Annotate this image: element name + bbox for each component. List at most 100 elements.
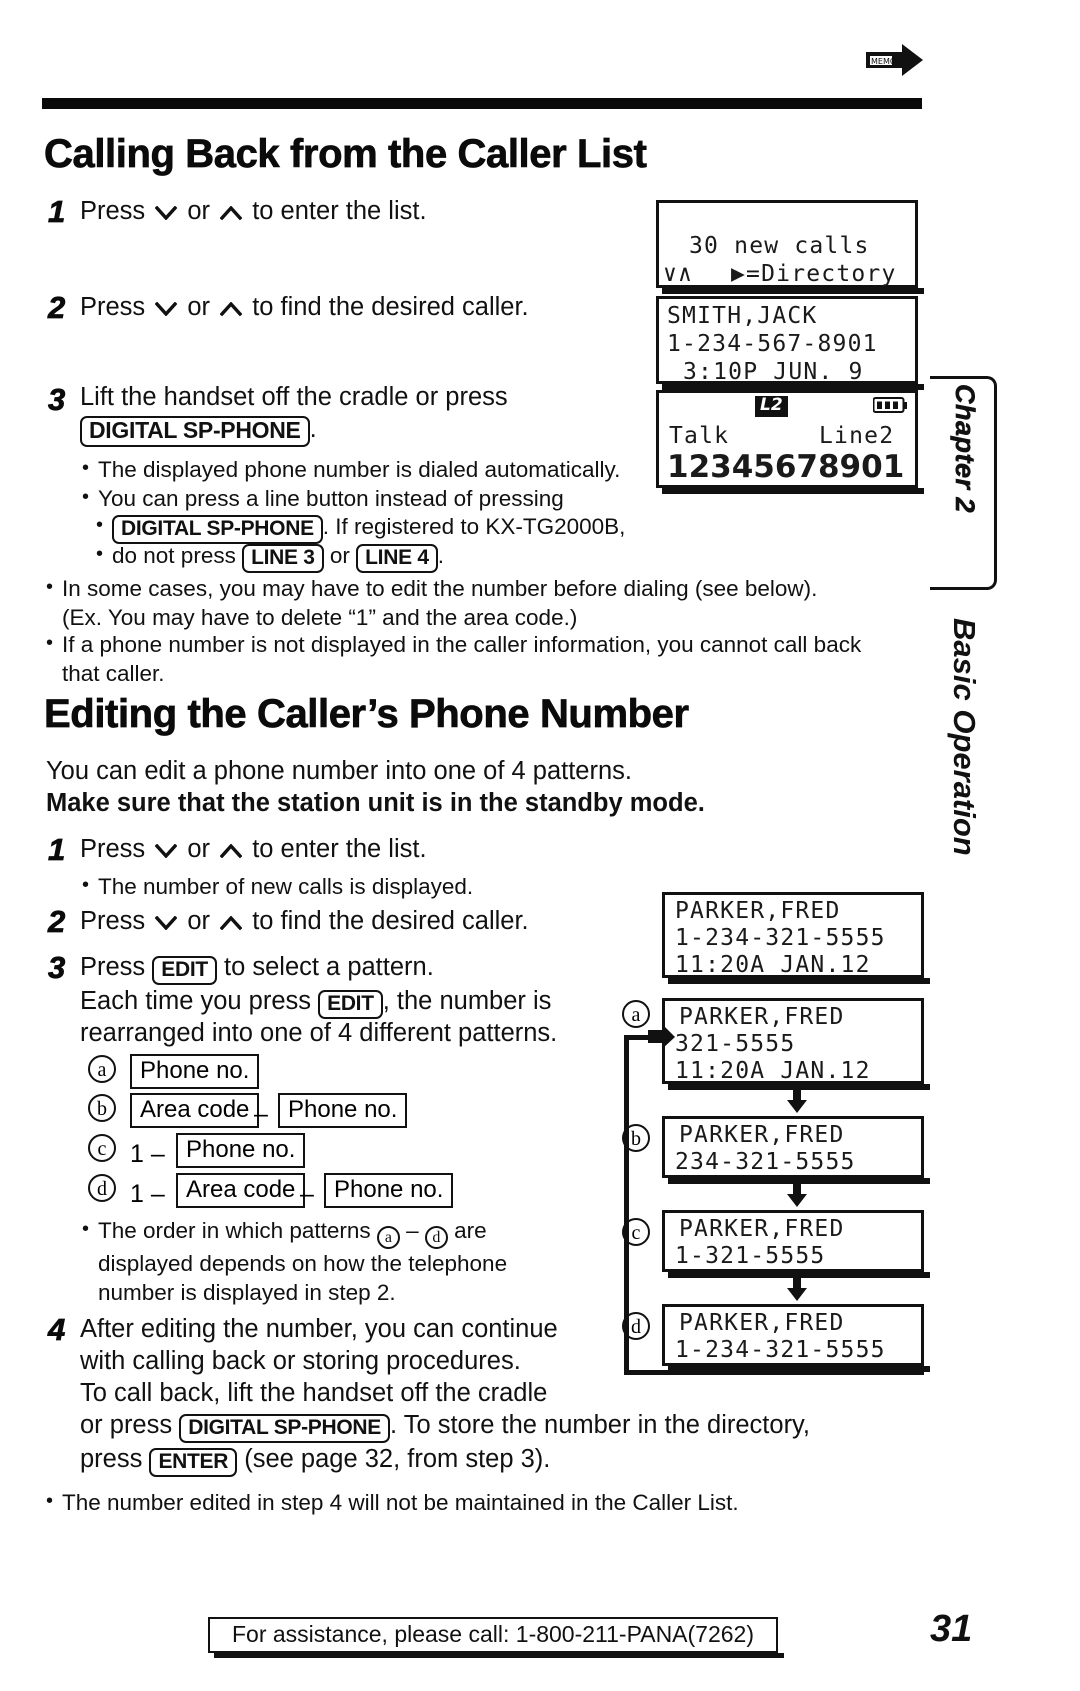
flow-loop-bottom <box>624 1370 924 1375</box>
step-3a-bullet-1: The displayed phone number is dialed aut… <box>82 454 658 484</box>
lcd-pattern-c-number: 1-321-5555 <box>675 1243 826 1269</box>
edit-key[interactable]: EDIT <box>152 956 217 985</box>
bullet-2-part4: or <box>323 543 357 568</box>
step-4b-line4-post: . To store the number in the directory, <box>389 1411 810 1439</box>
up-arrow-icon <box>220 302 243 316</box>
step-1b-bullet: The number of new calls is displayed. <box>82 871 658 901</box>
lcd-talk-line-label: Line2 <box>819 423 895 449</box>
down-arrow-icon <box>155 916 178 930</box>
step-4b-line2: with calling back or storing procedures. <box>80 1347 521 1375</box>
lcd-pattern-a: PARKER,FRED 321-5555 11:20A JAN.12 <box>662 998 924 1084</box>
lcd-smith-timestamp: 3:10P JUN. 9 <box>683 359 864 385</box>
flow-loop-riser <box>919 1366 924 1375</box>
step-number-1a: 1 <box>48 194 66 230</box>
step-1b-pre: Press <box>80 835 153 863</box>
step-3a-bullet-2-line3: do not press LINE 3 or LINE 4. <box>96 540 712 573</box>
line-4-key[interactable]: LINE 4 <box>356 544 438 573</box>
lcd-parker-original-number: 1-234-321-5555 <box>675 925 886 951</box>
step-2a-mid: or <box>180 293 218 321</box>
step-2b-pre: Press <box>80 907 153 935</box>
flow-down-arrow-icon <box>786 1180 808 1208</box>
pattern-c-lead: 1 – <box>130 1140 165 1168</box>
pattern-b-box-area-code: Area code <box>130 1093 260 1129</box>
lcd-pattern-b-number: 234-321-5555 <box>675 1149 856 1175</box>
assistance-box: For assistance, please call: 1-800-211-P… <box>208 1617 778 1653</box>
step-2b-mid: or <box>180 907 218 935</box>
calling-back-note-2: If a phone number is not displayed in th… <box>46 629 962 688</box>
digital-sp-phone-key[interactable]: DIGITAL SP-PHONE <box>112 515 323 544</box>
calling-back-note-1: In some cases, you may have to edit the … <box>46 573 962 632</box>
step-4b-line1: After editing the number, you can contin… <box>80 1315 558 1343</box>
lcd-pattern-c: PARKER,FRED 1-321-5555 <box>662 1210 924 1272</box>
step-4b-line4-pre: or press <box>80 1411 180 1439</box>
lcd-parker-original-timestamp: 11:20A JAN.12 <box>675 952 871 978</box>
step-3b-line2-pre: Each time you press <box>80 987 319 1015</box>
lcd-new-calls: 30 new calls ∨∧ ▶=Directory <box>656 200 918 288</box>
pattern-a-box-phone-no: Phone no. <box>130 1054 260 1090</box>
bullet-2-part2: . If registered to KX-TG2000B, <box>322 514 626 539</box>
lcd-pattern-a-timestamp: 11:20A JAN.12 <box>675 1058 871 1084</box>
pattern-d-dash: – <box>300 1180 314 1208</box>
battery-full-icon <box>872 397 907 414</box>
lcd-smith-number: 1-234-567-8901 <box>667 331 878 357</box>
flow-label-a: a <box>622 1000 650 1028</box>
lcd-new-calls-line1: 30 new calls <box>689 233 870 259</box>
step-number-4b: 4 <box>48 1312 66 1348</box>
step-1a-pre: Press <box>80 197 153 225</box>
header-rule <box>42 98 922 109</box>
step-3b-line2-post: , the number is <box>382 987 552 1015</box>
lcd-parker-original: PARKER,FRED 1-234-321-5555 11:20A JAN.12 <box>662 892 924 978</box>
step-3a-bullet-2-line1: You can press a line button instead of p… <box>82 483 658 513</box>
pattern-label-d: d <box>88 1174 116 1202</box>
pattern-label-b: b <box>88 1094 116 1122</box>
digital-sp-phone-key[interactable]: DIGITAL SP-PHONE <box>179 1414 390 1443</box>
down-arrow-icon <box>155 302 178 316</box>
pattern-label-a: a <box>88 1055 116 1083</box>
step-3b-line1-post: to select a pattern. <box>216 953 434 981</box>
pattern-d-box-phone-no: Phone no. <box>324 1173 454 1209</box>
lcd-pattern-b-name: PARKER,FRED <box>679 1122 845 1148</box>
pattern-d-lead: 1 – <box>130 1180 165 1208</box>
svg-text:MEMO: MEMO <box>871 57 896 66</box>
lcd-talk-shadow <box>662 488 924 494</box>
step-4b-line3: To call back, lift the handset off the c… <box>80 1379 548 1407</box>
edit-key[interactable]: EDIT <box>318 990 383 1019</box>
step-3b-line2: Each time you press EDIT, the number is <box>80 986 551 1019</box>
pattern-b-dash: – <box>254 1100 268 1128</box>
enter-key[interactable]: ENTER <box>149 1448 238 1477</box>
step-number-2a: 2 <box>48 290 66 326</box>
pattern-order-note: The order in which patterns a – d are di… <box>82 1215 618 1307</box>
step-1b-text: Press or to enter the list. <box>80 834 640 864</box>
flow-right-arrow-icon <box>648 1024 676 1050</box>
lcd-pattern-a-number: 321-5555 <box>675 1031 796 1057</box>
lcd-new-calls-shadow <box>662 288 924 294</box>
pattern-d-box-area-code: Area code <box>176 1173 306 1209</box>
flow-down-arrow-icon <box>786 1274 808 1302</box>
step-2b-post: to find the desired caller. <box>245 907 529 935</box>
footer-box-shadow <box>214 1653 784 1658</box>
bullet-2-part5: . <box>437 543 444 568</box>
lcd-parker-original-name: PARKER,FRED <box>675 898 841 924</box>
up-arrow-icon <box>220 916 243 930</box>
digital-sp-phone-key[interactable]: DIGITAL SP-PHONE <box>80 416 310 447</box>
section-heading-editing: Editing the Caller’s Phone Number <box>44 692 690 737</box>
lcd-parker-original-shadow <box>668 978 930 984</box>
step-4b-line5-pre: press <box>80 1445 150 1473</box>
lcd-pattern-a-name: PARKER,FRED <box>679 1004 845 1030</box>
step-2a-text: Press or to find the desired caller. <box>80 292 650 322</box>
step-3a-line2: DIGITAL SP-PHONE. <box>80 414 317 447</box>
lcd-talk-dialed-number: 12345678901 <box>667 449 905 485</box>
step-2a-post: to find the desired caller. <box>245 293 529 321</box>
step-2b-text: Press or to find the desired caller. <box>80 906 650 936</box>
down-arrow-icon <box>155 206 178 220</box>
flow-down-arrow-icon <box>786 1086 808 1114</box>
step-number-2b: 2 <box>48 904 66 940</box>
lcd-smith-name: SMITH,JACK <box>667 303 818 329</box>
step-number-3a: 3 <box>48 382 66 418</box>
lcd-pattern-d-name: PARKER,FRED <box>679 1310 845 1336</box>
step-3b-line1: Press EDIT to select a pattern. <box>80 952 434 985</box>
line-3-key[interactable]: LINE 3 <box>242 544 324 573</box>
step-1a-mid: or <box>180 197 218 225</box>
pattern-label-c: c <box>88 1134 116 1162</box>
step-3a-bullet-2-line2: DIGITAL SP-PHONE. If registered to KX-TG… <box>96 511 912 544</box>
